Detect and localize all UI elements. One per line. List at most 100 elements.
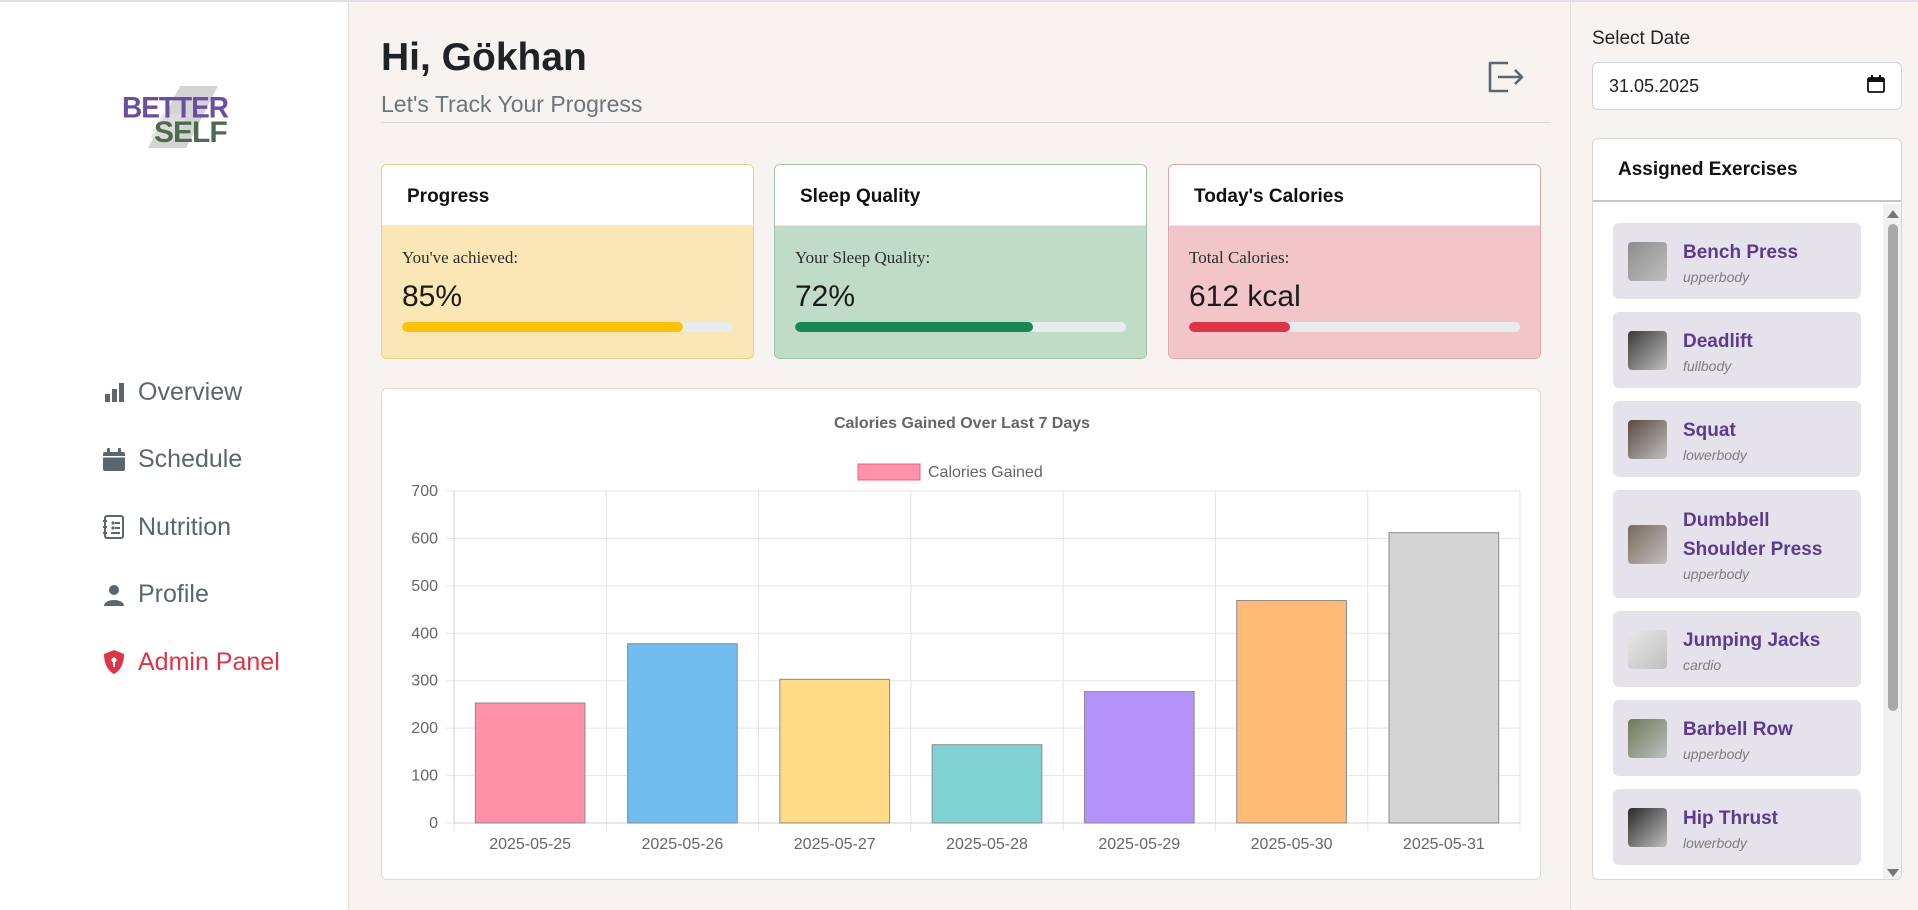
sidebar-item-overview[interactable]: Overview	[100, 374, 280, 410]
x-tick-label: 2025-05-30	[1251, 836, 1333, 853]
exercise-name: Hip Thrust	[1683, 807, 1778, 829]
chart-bar	[1388, 532, 1500, 824]
exercise-thumbnail	[1628, 330, 1667, 370]
exercise-name: Jumping Jacks	[1683, 629, 1821, 651]
x-tick-label: 2025-05-26	[642, 836, 724, 853]
y-tick-label: 200	[411, 720, 438, 737]
scrollbar-thumb[interactable]	[1888, 224, 1898, 711]
exercise-thumbnail	[1628, 807, 1667, 847]
card-body: You've achieved: 85%	[382, 226, 753, 358]
exercise-text: Barbell Row upperbody	[1683, 715, 1793, 762]
sidebar-item-label: Overview	[138, 377, 243, 406]
exercise-category: lowerbody	[1683, 834, 1747, 851]
shield-icon	[100, 648, 128, 676]
progress-bar-fill	[402, 322, 684, 332]
select-date-label: Select Date	[1592, 28, 1691, 49]
sidebar-item-label: Nutrition	[138, 512, 232, 541]
exercise-item[interactable]: Deadlift fullbody	[1613, 312, 1861, 388]
exercise-category: lowerbody	[1683, 446, 1747, 463]
exercise-item[interactable]: Squat lowerbody	[1613, 401, 1861, 477]
exercise-category: upperbody	[1683, 745, 1750, 762]
progress-bar-fill	[1189, 322, 1291, 332]
progress-card: Progress You've achieved: 85%	[381, 164, 754, 359]
exercise-item[interactable]: Dumbbell Shoulder Press upperbody	[1613, 490, 1861, 598]
exercise-item[interactable]: Bench Press upperbody	[1613, 223, 1861, 299]
calories-card: Today's Calories Total Calories: 612 kca…	[1168, 164, 1541, 359]
assigned-exercises-panel: Assigned Exercises Bench Press upperbody D…	[1592, 138, 1902, 880]
date-value: 31.05.2025	[1609, 75, 1700, 96]
x-tick-label: 2025-05-31	[1403, 836, 1485, 853]
exercise-category: upperbody	[1683, 566, 1750, 582]
legend-label: Calories Gained	[928, 464, 1043, 481]
exercise-item[interactable]: Hip Thrust lowerbody	[1613, 789, 1861, 865]
exercise-category: fullbody	[1683, 357, 1732, 374]
exercise-thumbnail	[1628, 241, 1667, 281]
exercise-name: Barbell Row	[1683, 718, 1793, 740]
progress-bar	[1189, 322, 1520, 332]
bar-chart-icon	[100, 378, 128, 406]
card-value: 612 kcal	[1189, 280, 1301, 313]
x-tick-label: 2025-05-29	[1098, 836, 1180, 853]
nutrition-list-icon	[100, 513, 128, 541]
chart-bar	[474, 702, 586, 824]
exercise-list-scrollbar[interactable]	[1883, 204, 1901, 879]
exercise-name: Deadlift	[1683, 330, 1753, 352]
progress-bar	[402, 322, 733, 332]
exercise-text: Deadlift fullbody	[1683, 327, 1753, 374]
logout-button[interactable]	[1486, 60, 1526, 96]
chart-bar	[1236, 600, 1347, 824]
chart-bar	[931, 744, 1043, 824]
page-title: Hi, Gökhan	[381, 36, 587, 79]
chart-title: Calories Gained Over Last 7 Days	[834, 415, 1090, 432]
card-label: Your Sleep Quality:	[795, 248, 931, 267]
exercise-text: Squat lowerbody	[1683, 416, 1747, 463]
sidebar-item-profile[interactable]: Profile	[100, 577, 280, 613]
sidebar-item-nutrition[interactable]: Nutrition	[100, 509, 280, 545]
exercise-text: Dumbbell Shoulder Press upperbody	[1683, 506, 1833, 582]
y-tick-label: 500	[411, 578, 438, 595]
y-tick-label: 300	[411, 673, 438, 690]
x-tick-label: 2025-05-27	[794, 836, 876, 853]
exercise-category: upperbody	[1683, 268, 1750, 285]
sidebar-nav: Overview Schedule Nutrition Profile Admi…	[100, 374, 280, 712]
sidebar: BETTER SELF Overview Schedule Nutrition	[0, 2, 349, 910]
y-tick-label: 400	[411, 625, 438, 642]
scroll-up-arrow-icon[interactable]	[1887, 210, 1899, 218]
card-body: Your Sleep Quality: 72%	[775, 226, 1146, 358]
chart-bar	[627, 643, 738, 824]
sidebar-item-schedule[interactable]: Schedule	[100, 442, 280, 478]
sidebar-item-admin-panel[interactable]: Admin Panel	[100, 644, 280, 680]
right-panel: Select Date 31.05.2025 Assigned Exercise…	[1570, 2, 1918, 910]
progress-bar-fill	[795, 322, 1034, 332]
card-title: Sleep Quality	[775, 165, 1146, 226]
exercise-category: cardio	[1683, 656, 1722, 673]
y-tick-label: 100	[411, 768, 438, 785]
exercise-thumbnail	[1628, 629, 1667, 669]
header-divider	[381, 122, 1551, 123]
x-tick-label: 2025-05-25	[489, 836, 571, 853]
exercise-thumbnail	[1628, 718, 1667, 758]
app-logo[interactable]: BETTER SELF	[118, 84, 230, 150]
exercise-item[interactable]: Jumping Jacks cardio	[1613, 611, 1861, 687]
calendar-icon[interactable]	[1867, 74, 1885, 98]
card-value: 72%	[795, 280, 856, 313]
card-label: Total Calories:	[1189, 248, 1290, 267]
date-input[interactable]: 31.05.2025	[1592, 62, 1902, 110]
y-tick-label: 600	[411, 530, 438, 547]
exercise-thumbnail	[1628, 419, 1667, 459]
exercise-name: Bench Press	[1683, 241, 1799, 263]
page-subtitle: Let's Track Your Progress	[381, 91, 643, 117]
exercise-text: Hip Thrust lowerbody	[1683, 804, 1778, 851]
sleep-quality-card: Sleep Quality Your Sleep Quality: 72%	[774, 164, 1147, 359]
exercise-name: Squat	[1683, 419, 1736, 441]
progress-bar	[795, 322, 1126, 332]
exercise-list: Bench Press upperbody Deadlift fullbody Squa…	[1613, 223, 1861, 878]
sidebar-item-label: Admin Panel	[138, 647, 280, 676]
exercise-name: Dumbbell Shoulder Press	[1683, 510, 1823, 560]
calories-bar-chart: Calories Gained Over Last 7 Days Calories…	[411, 415, 1521, 853]
exercise-item[interactable]: Barbell Row upperbody	[1613, 700, 1861, 776]
card-body: Total Calories: 612 kcal	[1169, 226, 1540, 358]
logo-text-self: SELF	[154, 116, 228, 149]
scroll-down-arrow-icon[interactable]	[1887, 869, 1899, 877]
card-title: Progress	[382, 165, 753, 226]
